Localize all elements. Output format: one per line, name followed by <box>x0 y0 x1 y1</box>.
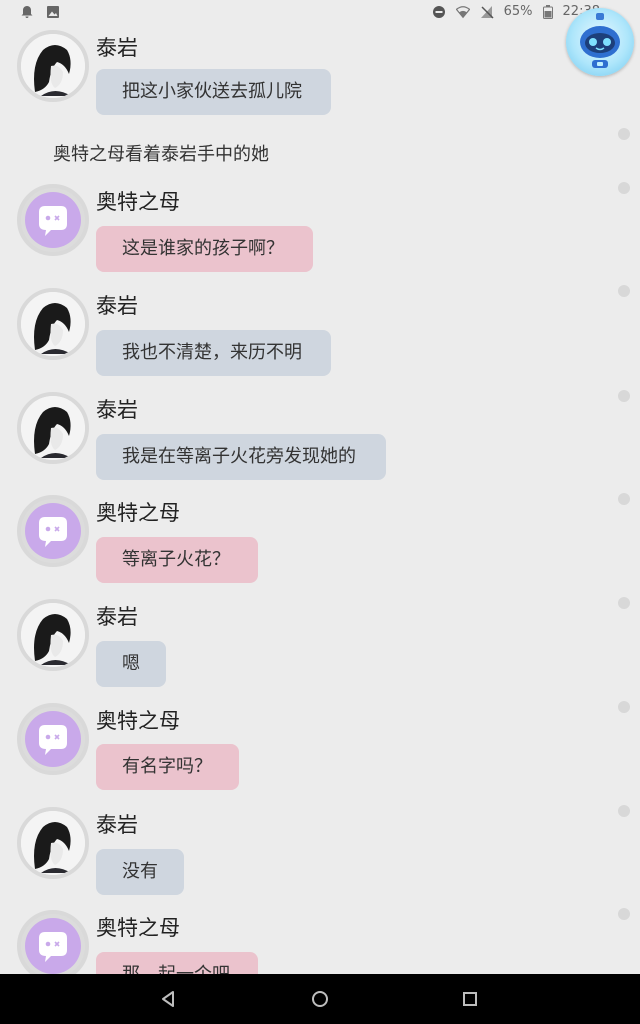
chat-list[interactable]: 泰岩 把这小家伙送去孤儿院 奥特之母看着泰岩手中的她 奥特之母 这是谁家的孩子啊… <box>0 26 640 974</box>
character-portrait-icon <box>21 34 85 98</box>
do-not-disturb-icon <box>432 5 445 18</box>
message-bubble[interactable]: 没有 <box>96 849 184 895</box>
read-indicator-dot <box>618 597 630 609</box>
character-portrait-icon <box>21 603 85 667</box>
message-bubble[interactable]: 我也不清楚，来历不明 <box>96 330 331 376</box>
read-indicator-dot <box>618 285 630 297</box>
read-indicator-dot <box>618 128 630 140</box>
notification-icon <box>21 6 33 18</box>
sender-name: 泰岩 <box>96 398 138 422</box>
image-icon <box>47 6 59 18</box>
message-bubble[interactable]: 这是谁家的孩子啊？ <box>96 226 313 272</box>
recents-icon[interactable] <box>458 987 482 1011</box>
message-bubble[interactable]: 我是在等离子火花旁发现她的 <box>96 434 386 480</box>
message-bubble[interactable]: 那，起一个吧 <box>96 952 258 974</box>
message-bubble[interactable]: 把这小家伙送去孤儿院 <box>96 69 331 115</box>
message-bubble[interactable]: 嗯 <box>96 641 166 687</box>
battery-percentage: 65% <box>503 4 533 19</box>
read-indicator-dot <box>618 390 630 402</box>
avatar-taiyan[interactable] <box>17 599 89 671</box>
navigation-bar <box>0 974 640 1024</box>
character-portrait-icon <box>21 292 85 356</box>
sender-name: 奥特之母 <box>96 709 180 733</box>
read-indicator-dot <box>618 182 630 194</box>
home-icon[interactable] <box>308 987 332 1011</box>
read-indicator-dot <box>618 701 630 713</box>
avatar-mother[interactable] <box>17 495 89 567</box>
avatar-taiyan[interactable] <box>17 288 89 360</box>
read-indicator-dot <box>618 493 630 505</box>
sender-name: 奥特之母 <box>96 190 180 214</box>
sender-name: 奥特之母 <box>96 916 180 940</box>
back-icon[interactable] <box>156 987 180 1011</box>
wifi-icon <box>455 5 470 18</box>
character-portrait-icon <box>21 811 85 875</box>
narration-text: 奥特之母看着泰岩手中的她 <box>53 144 269 165</box>
character-portrait-icon <box>21 396 85 460</box>
avatar-taiyan[interactable] <box>17 30 89 102</box>
no-sim-icon <box>480 5 494 19</box>
avatar-taiyan[interactable] <box>17 807 89 879</box>
message-bubble[interactable]: 有名字吗？ <box>96 744 239 790</box>
chat-bubble-face-icon <box>25 503 81 559</box>
chat-bubble-face-icon <box>25 918 81 974</box>
read-indicator-dot <box>618 805 630 817</box>
sender-name: 泰岩 <box>96 813 138 837</box>
sender-name: 泰岩 <box>96 605 138 629</box>
avatar-mother[interactable] <box>17 703 89 775</box>
read-indicator-dot <box>618 908 630 920</box>
avatar-mother[interactable] <box>17 910 89 974</box>
status-bar: 65% 22:38 <box>0 0 640 26</box>
sender-name: 奥特之母 <box>96 501 180 525</box>
message-bubble[interactable]: 等离子火花？ <box>96 537 258 583</box>
battery-icon <box>542 4 553 19</box>
sender-name: 泰岩 <box>96 294 138 318</box>
sender-name: 泰岩 <box>96 36 138 60</box>
avatar-taiyan[interactable] <box>17 392 89 464</box>
chat-bubble-face-icon <box>25 192 81 248</box>
chat-bubble-face-icon <box>25 711 81 767</box>
avatar-mother[interactable] <box>17 184 89 256</box>
